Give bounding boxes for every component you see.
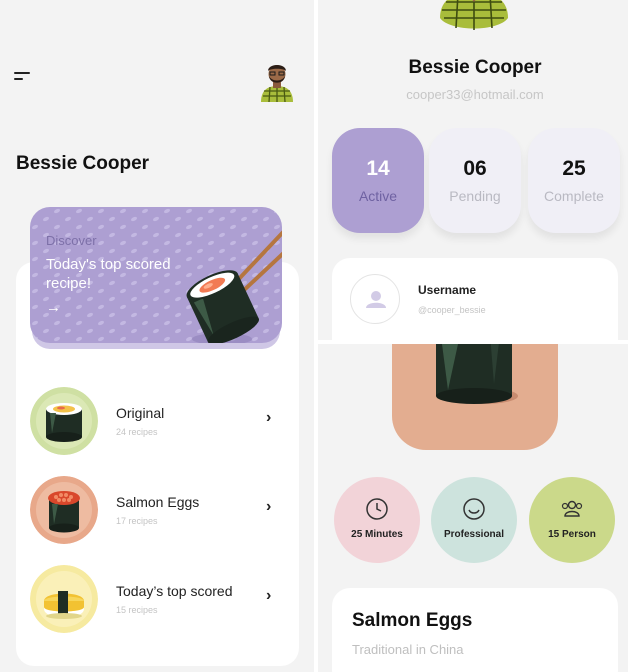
people-icon <box>561 500 583 517</box>
stat-value: 25 <box>562 157 586 180</box>
home-screen: Bessie Cooper Discover Today's top score… <box>0 0 314 672</box>
salmon-roe-sushi-thumbnail <box>30 476 98 544</box>
user-placeholder-avatar <box>350 274 400 324</box>
info-servings: 15 Person <box>529 477 615 563</box>
stat-value: 14 <box>366 157 390 180</box>
stat-label: Active <box>358 188 398 204</box>
stat-complete[interactable]: 25 Complete <box>528 128 620 233</box>
salmon-roe-sushi-illustration <box>436 344 518 404</box>
sushi-chopsticks-illustration <box>186 230 282 343</box>
recipe-name: Original <box>116 405 165 421</box>
username-handle: @cooper_bessie <box>418 305 486 315</box>
menu-icon[interactable] <box>14 70 32 82</box>
list-item-salmon-eggs[interactable]: Salmon Eggs 17 recipes › <box>30 476 290 548</box>
user-icon <box>366 291 386 308</box>
recipe-subtitle: Traditional in China <box>352 642 464 657</box>
discover-headline: Today's top scored recipe! <box>46 256 171 292</box>
stat-pending[interactable]: 06 Pending <box>429 128 521 233</box>
tamago-sushi-thumbnail <box>30 565 98 633</box>
discover-label: Discover <box>46 233 97 248</box>
clock-icon <box>366 498 388 520</box>
recipe-name: Salmon Eggs <box>116 494 200 510</box>
recipe-title: Salmon Eggs <box>352 610 473 631</box>
info-text: 25 Minutes <box>351 529 403 540</box>
info-text: Professional <box>443 529 505 540</box>
list-item-original[interactable]: Original 24 recipes › <box>30 387 290 459</box>
info-cook-time: 25 Minutes <box>334 477 420 563</box>
greeting-name: Bessie Cooper <box>16 153 150 174</box>
stat-value: 06 <box>463 157 487 180</box>
stat-active[interactable]: 14 Active <box>332 128 424 233</box>
smiley-icon <box>463 498 485 520</box>
recipe-count: 24 recipes <box>116 427 158 437</box>
user-avatar[interactable] <box>258 60 296 102</box>
recipe-count: 17 recipes <box>116 516 158 526</box>
stat-label: Complete <box>544 188 604 204</box>
discover-banner[interactable]: Discover Today's top scored recipe! → <box>30 207 282 343</box>
recipe-name: Today’s top scored <box>116 583 233 599</box>
username-card[interactable]: Username @cooper_bessie <box>332 258 618 340</box>
profile-screen: Bessie Cooper cooper33@hotmail.com 14 Ac… <box>318 0 628 340</box>
profile-name: Bessie Cooper <box>408 57 542 78</box>
chevron-right-icon[interactable]: › <box>266 498 271 516</box>
profile-avatar[interactable] <box>438 0 510 34</box>
stat-label: Pending <box>449 188 501 204</box>
sushi-roll-thumbnail <box>30 387 98 455</box>
profile-email: cooper33@hotmail.com <box>406 87 544 102</box>
chevron-right-icon[interactable]: › <box>266 409 271 427</box>
list-item-top-scored[interactable]: Today’s top scored 15 recipes › <box>30 565 290 637</box>
info-difficulty: Professional <box>431 477 517 563</box>
recipe-count: 15 recipes <box>116 605 158 615</box>
recipe-detail-card: Salmon Eggs Traditional in China <box>332 588 618 672</box>
info-text: 15 Person <box>548 529 596 540</box>
chevron-right-icon[interactable]: › <box>266 587 271 605</box>
recipe-hero-image <box>392 344 558 450</box>
arrow-right-icon[interactable]: → <box>46 299 61 316</box>
username-label: Username <box>418 283 477 297</box>
recipe-detail-screen: 25 Minutes Professional 15 Person Salmon… <box>318 344 628 672</box>
